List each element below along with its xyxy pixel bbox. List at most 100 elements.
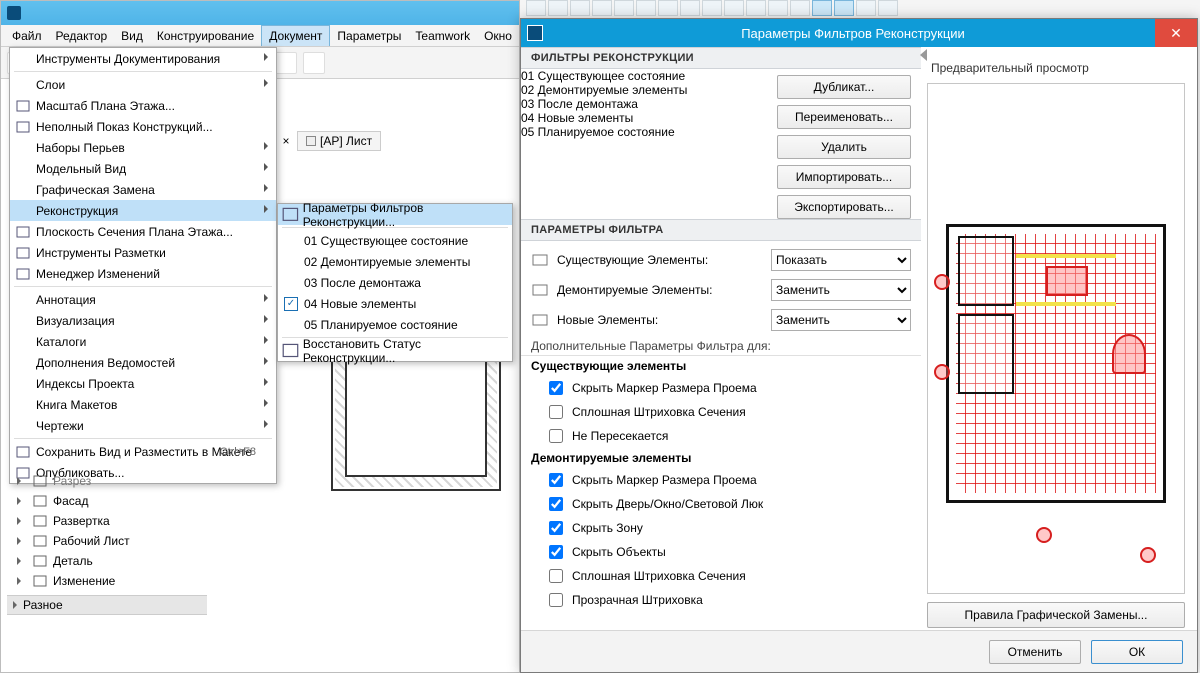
checkbox[interactable] — [549, 545, 563, 559]
menu-item[interactable]: Индексы Проекта — [10, 373, 276, 394]
menu-item[interactable]: Дополнения Ведомостей — [10, 352, 276, 373]
menu-файл[interactable]: Файл — [5, 26, 49, 46]
menu-item[interactable]: Каталоги — [10, 331, 276, 352]
nav-item[interactable]: Деталь — [7, 551, 207, 571]
mini-tool[interactable] — [702, 0, 722, 16]
param-checkbox-row[interactable]: Скрыть Зону — [521, 516, 921, 540]
menu-item[interactable]: Реконструкция — [10, 200, 276, 221]
menu-редактор[interactable]: Редактор — [49, 26, 115, 46]
mini-tool[interactable] — [834, 0, 854, 16]
menu-item[interactable]: Графическая Замена — [10, 179, 276, 200]
menu-вид[interactable]: Вид — [114, 26, 150, 46]
menu-item[interactable]: Плоскость Сечения Плана Этажа... — [10, 221, 276, 242]
menu-item[interactable]: Слои — [10, 74, 276, 95]
tab-close-icon[interactable]: × — [281, 134, 291, 148]
mini-tool[interactable] — [680, 0, 700, 16]
menu-item[interactable]: Модельный Вид — [10, 158, 276, 179]
checkbox[interactable] — [549, 497, 563, 511]
mini-tool[interactable] — [614, 0, 634, 16]
mini-tool[interactable] — [768, 0, 788, 16]
renovation-submenu[interactable]: Параметры Фильтров Реконструкции... 01 Су… — [277, 203, 513, 362]
param-checkbox-row[interactable]: Прозрачная Штриховка — [521, 588, 921, 612]
mini-tool[interactable] — [658, 0, 678, 16]
mini-tool[interactable] — [746, 0, 766, 16]
mini-tool[interactable] — [526, 0, 546, 16]
menubar[interactable]: ФайлРедакторВидКонструированиеДокументПа… — [1, 25, 519, 47]
additional-params-list[interactable]: Существующие элементыСкрыть Маркер Разме… — [521, 355, 921, 630]
filter-list-item[interactable]: 05 Планируемое состояние — [521, 125, 771, 139]
delete-button[interactable]: Удалить — [777, 135, 911, 159]
submenu-item[interactable]: 01 Существующее состояние — [278, 230, 512, 251]
menu-item[interactable]: Аннотация — [10, 289, 276, 310]
mini-tool[interactable] — [724, 0, 744, 16]
param-select[interactable]: Заменить — [771, 279, 911, 301]
collapse-arrow-icon[interactable] — [920, 49, 927, 61]
cancel-button[interactable]: Отменить — [989, 640, 1081, 664]
menu-item[interactable]: Неполный Показ Конструкций... — [10, 116, 276, 137]
renovation-filter-list[interactable]: 01 Существующее состояние02 Демонтируемы… — [521, 69, 771, 219]
checkbox[interactable] — [549, 473, 563, 487]
navigator-tree[interactable]: РазрезФасадРазверткаРабочий ЛистДетальИз… — [7, 471, 207, 615]
mini-tool[interactable] — [636, 0, 656, 16]
param-checkbox-row[interactable]: Скрыть Дверь/Окно/Световой Люк — [521, 492, 921, 516]
tool-button[interactable] — [275, 52, 297, 74]
nav-item[interactable]: Развертка — [7, 511, 207, 531]
param-select[interactable]: Показать — [771, 249, 911, 271]
checkbox[interactable] — [549, 405, 563, 419]
nav-section[interactable]: Разное — [7, 595, 207, 615]
menu-item[interactable]: Наборы Перьев — [10, 137, 276, 158]
param-checkbox-row[interactable]: Сплошная Штриховка Сечения — [521, 400, 921, 424]
tool-button[interactable] — [303, 52, 325, 74]
filter-list-item[interactable]: 03 После демонтажа — [521, 97, 771, 111]
nav-item[interactable]: Изменение — [7, 571, 207, 591]
nav-item[interactable]: Разрез — [7, 471, 207, 491]
document-menu-dropdown[interactable]: Инструменты ДокументированияСлоиМасштаб … — [9, 47, 277, 484]
submenu-item[interactable]: ✓04 Новые элементы — [278, 293, 512, 314]
param-checkbox-row[interactable]: Не Пересекается — [521, 424, 921, 448]
rename-button[interactable]: Переименовать... — [777, 105, 911, 129]
menu-item[interactable]: Чертежи — [10, 415, 276, 436]
duplicate-button[interactable]: Дубликат... — [777, 75, 911, 99]
mini-tool[interactable] — [878, 0, 898, 16]
filter-list-item[interactable]: 01 Существующее состояние — [521, 69, 771, 83]
menu-teamwork[interactable]: Teamwork — [408, 26, 477, 46]
submenu-item[interactable]: 03 После демонтажа — [278, 272, 512, 293]
nav-item[interactable]: Фасад — [7, 491, 207, 511]
graphic-override-rules-button[interactable]: Правила Графической Замены... — [927, 602, 1185, 628]
checkbox[interactable] — [549, 521, 563, 535]
import-button[interactable]: Импортировать... — [777, 165, 911, 189]
menu-конструирование[interactable]: Конструирование — [150, 26, 261, 46]
filter-list-item[interactable]: 04 Новые элементы — [521, 111, 771, 125]
menu-item[interactable]: Книга Макетов — [10, 394, 276, 415]
mini-tool[interactable] — [812, 0, 832, 16]
menu-item[interactable]: Менеджер Изменений — [10, 263, 276, 284]
mini-tool[interactable] — [856, 0, 876, 16]
param-checkbox-row[interactable]: Сплошная Штриховка Сечения — [521, 564, 921, 588]
menu-item[interactable]: Сохранить Вид и Разместить в МакетеCtrl+… — [10, 441, 276, 462]
menu-item[interactable]: Инструменты Разметки — [10, 242, 276, 263]
menu-item[interactable]: Инструменты Документирования — [10, 48, 276, 69]
submenu-item[interactable]: Восстановить Статус Реконструкции... — [278, 340, 512, 361]
checkbox[interactable] — [549, 381, 563, 395]
mini-tool[interactable] — [570, 0, 590, 16]
mini-tool[interactable] — [790, 0, 810, 16]
param-checkbox-row[interactable]: Скрыть Маркер Размера Проема — [521, 468, 921, 492]
menu-окно[interactable]: Окно — [477, 26, 519, 46]
checkbox[interactable] — [549, 569, 563, 583]
dialog-close-button[interactable]: ✕ — [1155, 19, 1197, 47]
mini-tool[interactable] — [592, 0, 612, 16]
submenu-item[interactable]: 02 Демонтируемые элементы — [278, 251, 512, 272]
nav-item[interactable]: Рабочий Лист — [7, 531, 207, 551]
document-tab[interactable]: [АР] Лист — [297, 131, 381, 151]
param-checkbox-row[interactable]: Скрыть Маркер Размера Проема — [521, 376, 921, 400]
menu-item[interactable]: Визуализация — [10, 310, 276, 331]
export-button[interactable]: Экспортировать... — [777, 195, 911, 219]
mini-tool[interactable] — [548, 0, 568, 16]
param-checkbox-row[interactable]: Скрыть Объекты — [521, 540, 921, 564]
filter-list-item[interactable]: 02 Демонтируемые элементы — [521, 83, 771, 97]
checkbox[interactable] — [549, 593, 563, 607]
submenu-item[interactable]: Параметры Фильтров Реконструкции... — [278, 204, 512, 225]
submenu-item[interactable]: 05 Планируемое состояние — [278, 314, 512, 335]
checkbox[interactable] — [549, 429, 563, 443]
menu-документ[interactable]: Документ — [261, 25, 330, 46]
